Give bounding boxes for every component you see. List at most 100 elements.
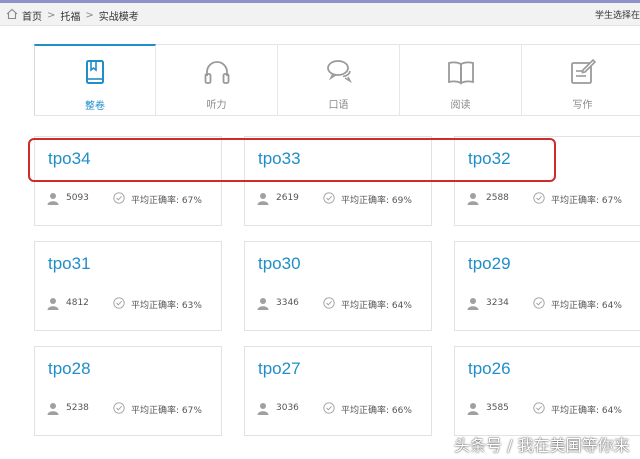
accuracy-label: 平均正确率: — [551, 301, 600, 311]
test-title[interactable]: tpo26 — [468, 359, 511, 379]
home-icon[interactable] — [6, 8, 18, 20]
test-title[interactable]: tpo31 — [48, 254, 91, 274]
user-icon — [257, 298, 269, 310]
breadcrumb-toefl[interactable]: 托福 — [60, 8, 80, 23]
attempt-count: 5238 — [66, 403, 89, 413]
user-icon — [47, 298, 59, 310]
accuracy-label: 平均正确率: — [131, 406, 180, 416]
check-circle-icon — [533, 402, 545, 414]
check-circle-icon — [113, 402, 125, 414]
accuracy-label: 平均正确率: — [551, 406, 600, 416]
average-accuracy: 平均正确率: 67% — [131, 403, 202, 416]
average-accuracy: 平均正确率: 64% — [551, 298, 622, 311]
average-accuracy: 平均正确率: 66% — [341, 403, 412, 416]
accuracy-value: 67% — [601, 196, 622, 206]
test-title[interactable]: tpo30 — [258, 254, 301, 274]
accuracy-label: 平均正确率: — [131, 301, 180, 311]
average-accuracy: 平均正确率: 64% — [341, 298, 412, 311]
test-stats: 4812 平均正确率: 63% — [47, 297, 223, 311]
accuracy-label: 平均正确率: — [341, 406, 390, 416]
student-selection-text: 学生选择在 — [594, 11, 640, 21]
check-circle-icon — [533, 192, 545, 204]
user-icon — [467, 403, 479, 415]
tab-speaking[interactable]: 口语 — [278, 45, 400, 115]
attempt-count: 2619 — [276, 193, 299, 203]
tab-full-test[interactable]: 整卷 — [34, 44, 156, 115]
average-accuracy: 平均正确率: 63% — [131, 298, 202, 311]
test-card[interactable]: tpo27 3036 平均正确率: 66% — [244, 346, 432, 436]
check-circle-icon — [113, 192, 125, 204]
breadcrumb-separator: > — [85, 10, 94, 21]
test-card[interactable]: tpo26 3585 平均正确率: 64% — [454, 346, 640, 436]
user-icon — [257, 403, 269, 415]
tab-label: 口语 — [328, 100, 349, 111]
user-icon — [47, 403, 59, 415]
accuracy-value: 64% — [601, 406, 622, 416]
check-circle-icon — [533, 297, 545, 309]
user-icon — [47, 193, 59, 205]
tab-writing[interactable]: 写作 — [522, 45, 640, 115]
test-card[interactable]: tpo34 5093 平均正确率: 67% — [34, 136, 222, 226]
breadcrumb: 首页 > 托福 > 实战模考 — [22, 8, 139, 23]
tab-label: 写作 — [572, 100, 593, 111]
breadcrumb-home[interactable]: 首页 — [22, 8, 42, 23]
user-icon — [257, 193, 269, 205]
tab-listening[interactable]: 听力 — [156, 45, 278, 115]
test-stats: 2588 平均正确率: 67% — [467, 192, 640, 206]
check-circle-icon — [323, 402, 335, 414]
book-icon — [86, 60, 104, 84]
average-accuracy: 平均正确率: 67% — [551, 193, 622, 206]
test-title[interactable]: tpo32 — [468, 149, 511, 169]
test-stats: 3346 平均正确率: 64% — [257, 297, 433, 311]
check-circle-icon — [323, 297, 335, 309]
accuracy-value: 67% — [181, 196, 202, 206]
tab-reading[interactable]: 阅读 — [400, 45, 522, 115]
test-stats: 5093 平均正确率: 67% — [47, 192, 223, 206]
average-accuracy: 平均正确率: 64% — [551, 403, 622, 416]
tab-label: 整卷 — [85, 101, 105, 112]
test-card[interactable]: tpo32 2588 平均正确率: 67% — [454, 136, 640, 226]
test-title[interactable]: tpo33 — [258, 149, 301, 169]
accuracy-value: 66% — [391, 406, 412, 416]
breadcrumb-mock-exam: 实战模考 — [98, 12, 139, 23]
tab-label: 阅读 — [450, 100, 471, 111]
test-title[interactable]: tpo29 — [468, 254, 511, 274]
user-icon — [467, 298, 479, 310]
test-card[interactable]: tpo28 5238 平均正确率: 67% — [34, 346, 222, 436]
accuracy-value: 63% — [181, 301, 202, 311]
average-accuracy: 平均正确率: 69% — [341, 193, 412, 206]
attempt-count: 3585 — [486, 403, 509, 413]
section-tabs: 整卷 听力 口语 阅读 写作 — [34, 44, 640, 116]
edit-icon — [570, 58, 596, 84]
accuracy-value: 64% — [391, 301, 412, 311]
open-book-icon — [447, 61, 474, 85]
tab-label: 听力 — [206, 100, 227, 111]
headphones-icon — [204, 61, 229, 84]
test-card[interactable]: tpo33 2619 平均正确率: 69% — [244, 136, 432, 226]
test-card[interactable]: tpo30 3346 平均正确率: 64% — [244, 241, 432, 331]
test-stats: 3234 平均正确率: 64% — [467, 297, 640, 311]
breadcrumb-separator: > — [47, 10, 56, 21]
speech-bubbles-icon — [326, 60, 352, 84]
accuracy-value: 69% — [391, 196, 412, 206]
accuracy-label: 平均正确率: — [341, 196, 390, 206]
attempt-count: 5093 — [66, 193, 89, 203]
test-title[interactable]: tpo34 — [48, 149, 91, 169]
attempt-count: 3346 — [276, 298, 299, 308]
test-title[interactable]: tpo28 — [48, 359, 91, 379]
test-stats: 3036 平均正确率: 66% — [257, 402, 433, 416]
test-stats: 5238 平均正确率: 67% — [47, 402, 223, 416]
check-circle-icon — [113, 297, 125, 309]
accuracy-value: 67% — [181, 406, 202, 416]
accuracy-label: 平均正确率: — [551, 196, 600, 206]
attempt-count: 2588 — [486, 193, 509, 203]
user-icon — [467, 193, 479, 205]
watermark-text: 头条号 / 我在美国等你来 — [454, 436, 630, 455]
test-card[interactable]: tpo29 3234 平均正确率: 64% — [454, 241, 640, 331]
test-stats: 2619 平均正确率: 69% — [257, 192, 433, 206]
attempt-count: 3234 — [486, 298, 509, 308]
accuracy-label: 平均正确率: — [341, 301, 390, 311]
test-stats: 3585 平均正确率: 64% — [467, 402, 640, 416]
test-card[interactable]: tpo31 4812 平均正确率: 63% — [34, 241, 222, 331]
test-title[interactable]: tpo27 — [258, 359, 301, 379]
